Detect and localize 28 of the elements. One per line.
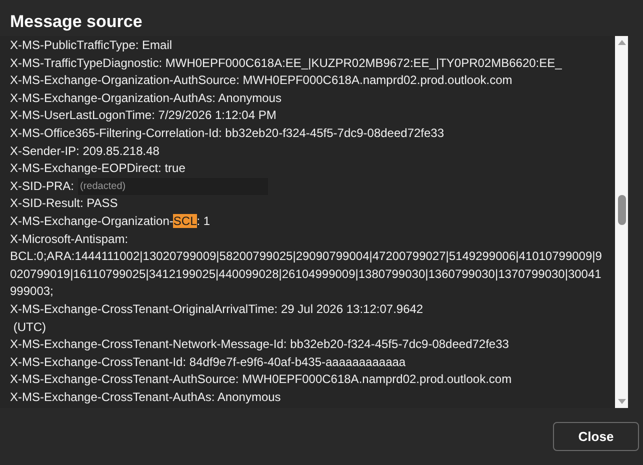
source-line: X-MS-Exchange-Organization-AuthSource: MWH0EPF000C618A.namprd02.prod.outlook.com: [10, 72, 512, 90]
source-line: X-SID-PRA:: [10, 178, 74, 195]
scrollbar-thumb[interactable]: [618, 195, 626, 225]
scroll-up-icon[interactable]: [618, 39, 626, 45]
source-line: X-MS-Office365-Filtering-Correlation-Id: bb32eb20-f324-45f5-7dc9-08deed72fe33: [10, 124, 444, 142]
source-line: X-MS-Exchange-CrossTenant-Id: 84df9e7f-e9f6-40af-b435-aaaaaaaaaaaa: [10, 354, 406, 371]
source-line: X-Sender-IP: 209.85.218.48: [10, 142, 160, 160]
vertical-scrollbar[interactable]: [615, 36, 628, 408]
source-line: 020799019|16110799025|3412199025|440099028|26104999009|1380799030|1360799030|1370799030|30041: [10, 266, 602, 283]
source-line: X-MS-Exchange-Organization-SCL: 1: [10, 212, 210, 230]
redacted-value: (redacted): [78, 178, 268, 196]
source-line: X-MS-Exchange-CrossTenant-AuthAs: Anonymous: [10, 388, 281, 406]
source-line: X-SID-Result: PASS: [10, 195, 118, 212]
source-line: X-MS-PublicTrafficType: Email: [10, 37, 172, 54]
source-line: BCL:0;ARA:1444111002|13020799009|58200799025|29090799004|47200799027|5149299006|41010799009|9: [10, 248, 602, 266]
source-line: X-MS-Exchange-CrossTenant-OriginalArrivalTime: 29 Jul 2026 13:12:07.9642: [10, 300, 424, 318]
dialog-title: Message source: [9, 11, 144, 33]
source-line: X-MS-Exchange-CrossTenant-AuthSource: MWH0EPF000C618A.namprd02.prod.outlook.com: [10, 371, 512, 388]
source-line: X-MS-Exchange-EOPDirect: true: [10, 160, 186, 178]
scroll-down-icon[interactable]: [618, 399, 626, 405]
source-line: X-MS-TrafficTypeDiagnostic: MWH0EPF000C618A:EE_|KUZPR02MB9672:EE_|TY0PR02MB6620:EE_: [10, 54, 562, 72]
source-line: X-MS-Exchange-Organization-AuthAs: Anonymous: [10, 90, 282, 107]
source-line: 999003;: [10, 283, 54, 300]
source-line: (UTC): [12, 318, 46, 336]
source-line: X-Microsoft-Antispam:: [10, 230, 128, 248]
source-line: X-MS-Exchange-CrossTenant-Network-Message-Id: bb32eb20-f324-45f5-7dc9-08deed72fe33: [10, 336, 509, 354]
source-line: X-MS-UserLastLogonTime: 7/29/2026 1:12:04 PM: [10, 107, 276, 124]
close-button[interactable]: Close: [553, 422, 639, 451]
